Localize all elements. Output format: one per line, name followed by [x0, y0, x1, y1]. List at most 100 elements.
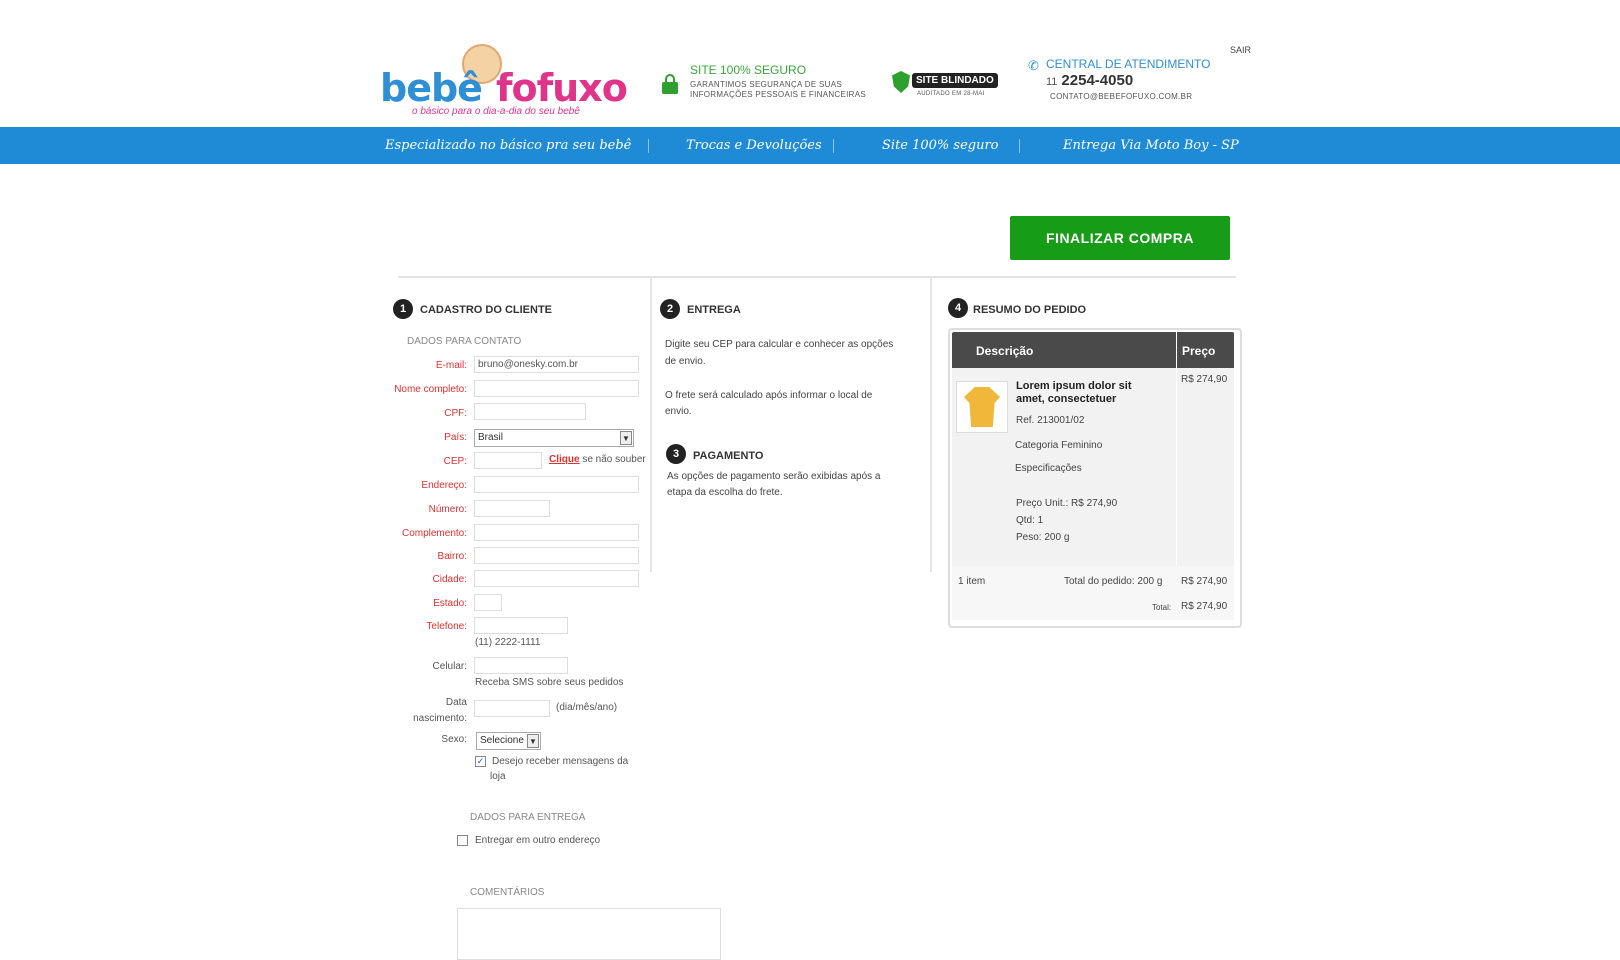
- nav-separator: [1019, 139, 1020, 153]
- product-unit-price: Preço Unit.: R$ 274,90: [1016, 498, 1118, 509]
- nav-item-especializado[interactable]: Especializado no básico pra seu bebê: [385, 127, 631, 164]
- other-address-label: Entregar em outro endereço: [475, 835, 601, 846]
- address-field[interactable]: [474, 476, 639, 493]
- phone-icon: ✆: [1028, 58, 1039, 73]
- mobile-hint: Receba SMS sobre seus pedidos: [475, 677, 624, 688]
- cep-label: CEP:: [443, 456, 467, 467]
- nav-bar: Especializado no básico pra seu bebê Tro…: [0, 127, 1620, 164]
- step-3-badge: 3: [666, 444, 686, 464]
- phone-number: 11 2254-4050: [1046, 72, 1134, 89]
- gender-select[interactable]: Selecione ▼: [476, 732, 541, 750]
- subtotal-value: R$ 274,90: [1181, 576, 1228, 587]
- country-select[interactable]: Brasil ▼: [474, 429, 634, 447]
- cep-lookup-link[interactable]: Clique: [549, 454, 580, 465]
- complement-label: Complemento:: [401, 528, 467, 539]
- onesie-icon: [964, 387, 1000, 427]
- district-field[interactable]: [474, 547, 639, 564]
- product-ref: Ref. 213001/02: [1016, 415, 1085, 426]
- column-divider: [650, 278, 652, 572]
- product-qty: Qtd: 1: [1016, 515, 1044, 526]
- birth-label-2: nascimento:: [413, 713, 467, 724]
- phone-label: Telefone:: [426, 621, 467, 632]
- summary-price-col-divider: [1176, 368, 1177, 566]
- cpf-label: CPF:: [444, 408, 467, 419]
- product-name-2[interactable]: amet, consectetuer: [1016, 393, 1116, 406]
- secure-site-title: SITE 100% SEGURO: [690, 63, 807, 77]
- secure-site-text-2: INFORMAÇÕES PESSOAIS E FINANCEIRAS: [690, 90, 867, 99]
- state-label: Estado:: [433, 598, 467, 609]
- logout-link[interactable]: SAIR: [1230, 45, 1251, 55]
- contact-email[interactable]: CONTATO@BEBEFOFUXO.COM.BR: [1050, 92, 1192, 101]
- name-field[interactable]: [474, 380, 639, 397]
- product-thumbnail[interactable]: [956, 381, 1008, 433]
- district-label: Bairro:: [437, 551, 467, 562]
- newsletter-label-2: loja: [490, 771, 506, 782]
- chevron-down-icon[interactable]: ▼: [620, 431, 632, 445]
- secure-site-text-1: GARANTIMOS SEGURANÇA DE SUAS: [690, 80, 842, 89]
- finalize-purchase-button[interactable]: FINALIZAR COMPRA: [1010, 216, 1230, 260]
- step-2-title: ENTREGA: [687, 304, 741, 316]
- birth-date-field[interactable]: [474, 700, 550, 717]
- cep-field[interactable]: [474, 452, 542, 469]
- step-3-title: PAGAMENTO: [693, 450, 764, 462]
- newsletter-checkbox[interactable]: ✓: [475, 756, 486, 767]
- state-field[interactable]: [474, 594, 502, 611]
- column-divider: [930, 278, 932, 572]
- logo-text: bebê fofuxo: [380, 66, 628, 110]
- gender-label: Sexo:: [441, 734, 467, 745]
- city-label: Cidade:: [432, 574, 467, 585]
- summary-col-price: Preço: [1182, 344, 1216, 358]
- nav-separator: [833, 139, 834, 153]
- birth-date-hint: (dia/mês/ano): [556, 702, 618, 713]
- nav-item-trocas[interactable]: Trocas e Devoluções: [686, 127, 822, 164]
- product-specs: Especificações: [1015, 463, 1082, 474]
- product-weight: Peso: 200 g: [1016, 532, 1070, 543]
- comments-heading: COMENTÁRIOS: [470, 887, 545, 898]
- delivery-data-heading: DADOS PARA ENTREGA: [470, 812, 586, 823]
- number-label: Número:: [428, 504, 467, 515]
- newsletter-label-1: Desejo receber mensagens da: [492, 756, 629, 767]
- comments-textarea[interactable]: [457, 908, 721, 960]
- payment-note-1: As opções de pagamento serão exibidas ap…: [667, 471, 881, 482]
- birth-label-1: Data: [445, 697, 467, 708]
- nav-item-site-seguro[interactable]: Site 100% seguro: [882, 127, 999, 164]
- nav-separator: [648, 139, 649, 153]
- city-field[interactable]: [474, 570, 639, 587]
- product-category: Categoria Feminino: [1015, 440, 1103, 451]
- total-weight: Total do pedido: 200 g: [1064, 576, 1163, 587]
- mobile-field[interactable]: [474, 657, 568, 674]
- payment-note-2: etapa da escolha do frete.: [667, 487, 783, 498]
- summary-col-divider: [1176, 332, 1177, 368]
- other-address-checkbox[interactable]: [457, 835, 468, 846]
- site-logo[interactable]: bebê fofuxo o básico para o dia-a-dia do …: [380, 42, 628, 122]
- step-4-title: RESUMO DO PEDIDO: [973, 304, 1087, 316]
- complement-field[interactable]: [474, 524, 639, 541]
- shipping-instructions-1: Digite seu CEP para calcular e conhecer …: [665, 339, 894, 350]
- email-field[interactable]: bruno@onesky.com.br: [474, 356, 639, 373]
- country-value: Brasil: [478, 432, 504, 443]
- blindado-audit-text: AUDITADO EM 28-MAI: [917, 91, 985, 97]
- central-title: CENTRAL DE ATENDIMENTO: [1046, 57, 1211, 71]
- phone-hint: (11) 2222-1111: [475, 637, 541, 648]
- step-2-badge: 2: [660, 299, 680, 319]
- gender-value: Selecione: [480, 735, 524, 746]
- product-price: R$ 274,90: [1181, 374, 1228, 385]
- cpf-field[interactable]: [474, 403, 586, 420]
- product-name-1[interactable]: Lorem ipsum dolor sit: [1016, 380, 1132, 393]
- name-label: Nome completo:: [394, 384, 467, 395]
- chevron-down-icon[interactable]: ▼: [527, 734, 539, 748]
- mobile-label: Celular:: [432, 661, 467, 672]
- lock-icon: [662, 74, 678, 94]
- site-blindado-badge[interactable]: SITE BLINDADO: [912, 73, 998, 88]
- number-field[interactable]: [474, 500, 550, 517]
- cep-hint: Clique se não souber: [549, 454, 646, 465]
- divider: [398, 276, 1236, 278]
- nav-item-entrega[interactable]: Entrega Via Moto Boy - SP: [1063, 127, 1239, 164]
- step-4-badge: 4: [948, 298, 968, 318]
- shipping-note-1: O frete será calculado após informar o l…: [665, 390, 873, 401]
- phone-field[interactable]: [474, 617, 568, 634]
- logo-tagline: o básico para o dia-a-dia do seu bebê: [412, 106, 580, 117]
- items-count: 1 item: [958, 576, 986, 587]
- step-1-badge: 1: [393, 299, 413, 319]
- address-label: Endereço:: [421, 480, 467, 491]
